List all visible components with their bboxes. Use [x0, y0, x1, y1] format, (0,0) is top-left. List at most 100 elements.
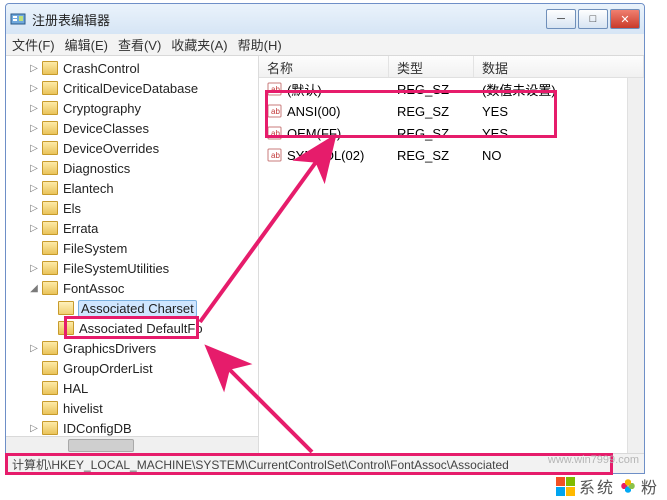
- tree-item-label: Diagnostics: [62, 161, 131, 176]
- folder-icon: [42, 421, 58, 435]
- expander-icon[interactable]: ▷: [28, 103, 40, 114]
- microsoft-logo-icon: [556, 477, 575, 496]
- tree-item-label: IDConfigDB: [62, 421, 133, 436]
- svg-text:ab: ab: [271, 85, 280, 94]
- tree-item[interactable]: HAL: [6, 378, 258, 398]
- values-pane[interactable]: 名称 类型 数据 ab(默认)REG_SZ(数值未设置)abANSI(00)RE…: [259, 56, 644, 453]
- list-item[interactable]: abANSI(00)REG_SZYES: [259, 100, 644, 122]
- expander-icon[interactable]: ▷: [28, 423, 40, 434]
- tree-item[interactable]: ▷CriticalDeviceDatabase: [6, 78, 258, 98]
- footer-text-1: 系统: [579, 474, 615, 498]
- tree-item[interactable]: ▷ Cryptography: [6, 98, 258, 118]
- string-value-icon: ab: [267, 125, 283, 141]
- menu-help[interactable]: 帮助(H): [238, 35, 282, 54]
- expander-icon[interactable]: ▷: [28, 343, 40, 354]
- menu-favorites[interactable]: 收藏夹(A): [171, 35, 227, 54]
- window-title: 注册表编辑器: [32, 10, 546, 29]
- minimize-button[interactable]: ─: [546, 9, 576, 29]
- tree-item[interactable]: hivelist: [6, 398, 258, 418]
- expander-icon[interactable]: ▷: [28, 183, 40, 194]
- tree-item-label: FontAssoc: [62, 281, 125, 296]
- tree-item-label: DeviceClasses: [62, 121, 150, 136]
- footer-text-2: 粉: [641, 474, 659, 498]
- tree-item[interactable]: ▷Errata: [6, 218, 258, 238]
- scrollbar-thumb[interactable]: [68, 439, 134, 452]
- tree-item[interactable]: ▷ Els: [6, 198, 258, 218]
- folder-icon: [42, 341, 58, 355]
- title-bar[interactable]: 注册表编辑器 ─ □ ✕: [6, 4, 644, 34]
- tree-item[interactable]: ▷ DeviceOverrides: [6, 138, 258, 158]
- tree-item-label: Associated Charset: [78, 300, 197, 317]
- menu-file[interactable]: 文件(F): [12, 35, 55, 54]
- expander-icon[interactable]: ▷: [28, 143, 40, 154]
- tree-item[interactable]: ▷ GraphicsDrivers: [6, 338, 258, 358]
- status-path: 计算机\HKEY_LOCAL_MACHINE\SYSTEM\CurrentCon…: [12, 458, 509, 472]
- cell-type: REG_SZ: [389, 82, 474, 97]
- tree-item[interactable]: ▷ Elantech: [6, 178, 258, 198]
- folder-icon: [42, 121, 58, 135]
- expander-icon[interactable]: ▷: [28, 163, 40, 174]
- column-type[interactable]: 类型: [389, 56, 474, 77]
- tree-horizontal-scrollbar[interactable]: [6, 436, 258, 453]
- tree-item[interactable]: ▷ Diagnostics: [6, 158, 258, 178]
- list-item[interactable]: abOEM(FF)REG_SZYES: [259, 122, 644, 144]
- folder-icon: [42, 81, 58, 95]
- column-data[interactable]: 数据: [474, 56, 644, 77]
- tree-item-label: Elantech: [62, 181, 115, 196]
- cell-data: YES: [474, 104, 644, 119]
- list-vertical-scrollbar[interactable]: [627, 78, 644, 453]
- menu-edit[interactable]: 编辑(E): [65, 35, 108, 54]
- folder-icon: [42, 401, 58, 415]
- list-header: 名称 类型 数据: [259, 56, 644, 78]
- tree-item[interactable]: ▷ DeviceClasses: [6, 118, 258, 138]
- folder-icon: [58, 321, 74, 335]
- window-body: ▷CrashControl▷CriticalDeviceDatabase▷Cry…: [6, 56, 644, 453]
- expander-icon[interactable]: ◢: [28, 283, 40, 294]
- tree-item-label: GraphicsDrivers: [62, 341, 157, 356]
- tree-item[interactable]: ◢ FontAssoc: [6, 278, 258, 298]
- list-item[interactable]: ab(默认)REG_SZ(数值未设置): [259, 78, 644, 100]
- string-value-icon: ab: [267, 147, 283, 163]
- expander-icon[interactable]: ▷: [28, 63, 40, 74]
- menu-view[interactable]: 查看(V): [118, 35, 161, 54]
- menu-bar: 文件(F) 编辑(E) 查看(V) 收藏夹(A) 帮助(H): [6, 34, 644, 56]
- tree-item-label: DeviceOverrides: [62, 141, 160, 156]
- expander-icon[interactable]: ▷: [28, 223, 40, 234]
- expander-icon[interactable]: ▷: [28, 83, 40, 94]
- expander-icon[interactable]: ▷: [28, 263, 40, 274]
- column-name[interactable]: 名称: [259, 56, 389, 77]
- tree-item-label: Els: [62, 201, 82, 216]
- tree-item[interactable]: ▷ FileSystemUtilities: [6, 258, 258, 278]
- folder-icon: [42, 181, 58, 195]
- tree-item[interactable]: Associated DefaultFo: [6, 318, 258, 338]
- flower-icon: [619, 477, 637, 495]
- list-item[interactable]: abSYMBOL(02)REG_SZNO: [259, 144, 644, 166]
- tree-pane[interactable]: ▷CrashControl▷CriticalDeviceDatabase▷Cry…: [6, 56, 259, 453]
- expander-icon[interactable]: ▷: [28, 203, 40, 214]
- expander-icon[interactable]: ▷: [28, 123, 40, 134]
- close-button[interactable]: ✕: [610, 9, 640, 29]
- cell-type: REG_SZ: [389, 126, 474, 141]
- folder-icon: [42, 261, 58, 275]
- cell-type: REG_SZ: [389, 148, 474, 163]
- cell-name: ab(默认): [259, 80, 389, 99]
- folder-icon: [42, 241, 58, 255]
- cell-data: (数值未设置): [474, 80, 644, 99]
- folder-icon: [42, 161, 58, 175]
- maximize-button[interactable]: □: [578, 9, 608, 29]
- tree-item[interactable]: FileSystem: [6, 238, 258, 258]
- tree-item-label: hivelist: [62, 401, 104, 416]
- tree-item[interactable]: GroupOrderList: [6, 358, 258, 378]
- tree-item-label: CrashControl: [62, 61, 141, 76]
- tree-item-label: Cryptography: [62, 101, 142, 116]
- tree-item[interactable]: ▷ IDConfigDB: [6, 418, 258, 438]
- tree-item-label: Associated DefaultFo: [78, 321, 204, 336]
- folder-icon: [42, 141, 58, 155]
- tree-item[interactable]: ▷ CrashControl: [6, 58, 258, 78]
- tree-item[interactable]: Associated Charset: [6, 298, 258, 318]
- folder-icon: [42, 381, 58, 395]
- cell-type: REG_SZ: [389, 104, 474, 119]
- tree-item-label: FileSystemUtilities: [62, 261, 170, 276]
- footer-brand: 系统 粉: [556, 474, 659, 498]
- window-controls: ─ □ ✕: [546, 9, 640, 29]
